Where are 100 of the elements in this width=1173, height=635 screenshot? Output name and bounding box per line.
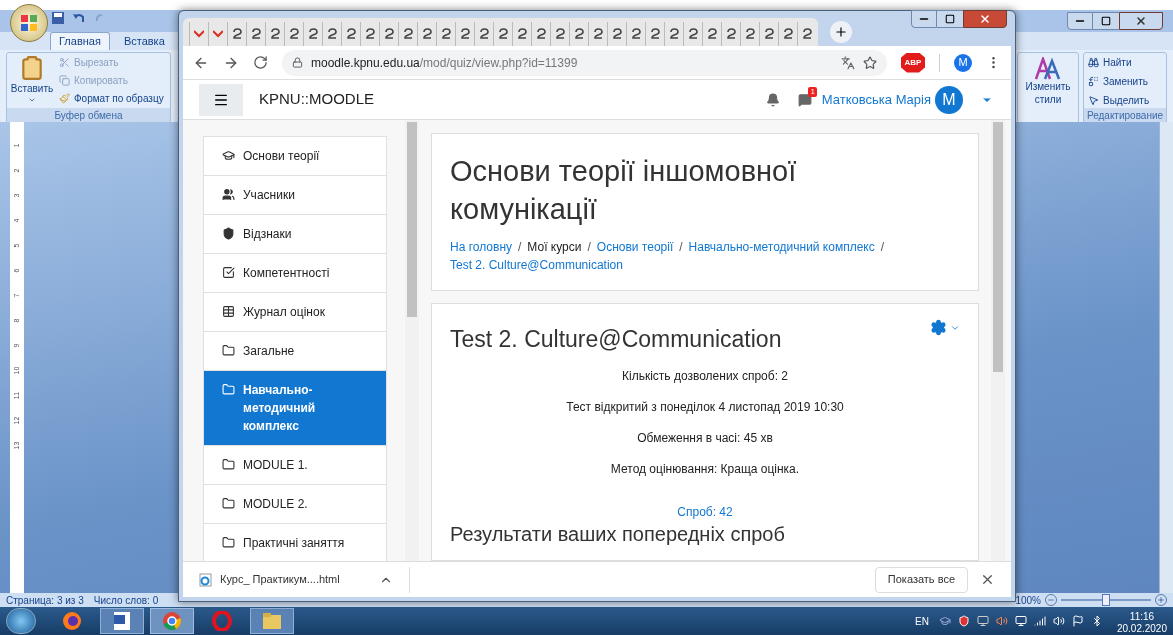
folder-icon [222, 383, 235, 396]
breadcrumb-link[interactable]: Навчально-методичний комплекс [688, 238, 875, 256]
tab-favicon-icon [421, 28, 433, 40]
menu-button[interactable] [199, 83, 243, 116]
volume-icon[interactable] [1052, 615, 1065, 627]
breadcrumb-link[interactable]: На головну [450, 238, 512, 256]
tab-favicon-icon [383, 28, 395, 40]
quiz-info-text: Тест відкритий з понеділок 4 листопад 2019 10:30 [566, 399, 844, 415]
close-button[interactable] [963, 10, 1007, 28]
quiz-info-text: Обмеження в часі: 45 хв [637, 430, 773, 446]
shield-icon[interactable] [957, 615, 970, 627]
brush-icon [59, 93, 70, 104]
attempts-link[interactable]: Спроб: 42 [677, 504, 733, 520]
clock[interactable]: 11:16 20.02.2020 [1116, 611, 1167, 635]
user-avatar[interactable]: M [935, 85, 963, 114]
sidebar-item[interactable]: MODULE 2. [203, 484, 387, 524]
sidebar-item[interactable]: Учасники [203, 175, 387, 215]
sidebar-scrollbar[interactable] [405, 120, 419, 561]
graduation-cap-icon[interactable] [938, 615, 951, 627]
quiz-info-text: Метод оцінювання: Краща оцінка. [610, 461, 800, 477]
firefox-logo-icon [62, 611, 82, 631]
tab-favicon-icon [687, 28, 699, 40]
flag-icon[interactable] [1071, 615, 1084, 627]
minimize-button[interactable] [1067, 12, 1093, 30]
zoom-level: 100% [1015, 593, 1041, 608]
url-text: moodle.kpnu.edu.ua/mod/quiz/view.php?id=11399 [311, 54, 579, 72]
new-tab-button[interactable] [830, 21, 852, 43]
speaker-icon[interactable] [995, 615, 1008, 627]
tab-favicon-icon [763, 28, 775, 40]
download-item[interactable]: Курс_ Практикум....html [199, 571, 379, 588]
star-icon[interactable] [863, 55, 877, 70]
find-button[interactable]: Найти [1088, 55, 1162, 70]
maximize-button[interactable] [937, 10, 963, 28]
sidebar-item[interactable]: Загальне [203, 331, 387, 371]
tab-favicon-icon [516, 28, 528, 40]
undo-icon[interactable] [72, 12, 86, 24]
breadcrumb-separator: / [880, 239, 885, 256]
settings-icon [930, 319, 947, 336]
breadcrumb-text: Мої курси [527, 239, 582, 256]
users-icon [222, 188, 235, 201]
office-logo-icon [20, 14, 38, 32]
tab-favicon-icon [649, 28, 661, 40]
adblock-extension-button[interactable]: ABP [901, 52, 925, 73]
shield-icon [222, 227, 235, 240]
sidebar-item[interactable]: Компетентності [203, 253, 387, 293]
folder-taskbar-button[interactable] [250, 608, 294, 634]
sidebar-item[interactable]: Навчально-методичний комплекс [203, 370, 387, 446]
tab-favicon-icon [592, 28, 604, 40]
tab-favicon-icon [326, 28, 338, 40]
ribbon-tab[interactable]: Вставка [115, 32, 173, 50]
site-brand[interactable]: KPNU::MOODLE [259, 88, 375, 111]
paste-button[interactable]: Вставить [9, 55, 55, 108]
sidebar-item[interactable]: Практичні заняття [203, 523, 387, 561]
page-scrollbar[interactable] [991, 120, 1005, 561]
format-painter-button[interactable]: Формат по образцу [59, 91, 164, 106]
settings-button[interactable] [930, 319, 960, 336]
close-icon[interactable] [980, 572, 995, 587]
breadcrumb-link[interactable]: Основи теорії [596, 238, 674, 256]
styles-icon [1035, 57, 1061, 81]
tab-favicon-icon [231, 28, 243, 40]
close-icon [1135, 15, 1147, 27]
profile-avatar[interactable]: M [954, 53, 972, 72]
user-name[interactable]: Матковська Марія [821, 89, 931, 110]
monitor-icon[interactable] [976, 615, 989, 627]
folder-icon [222, 536, 235, 549]
sidebar-item[interactable]: MODULE 1. [203, 445, 387, 485]
bell-icon[interactable] [765, 92, 780, 107]
start-button[interactable] [6, 608, 36, 634]
chrome-taskbar-button[interactable] [150, 608, 194, 634]
close-button[interactable] [1119, 12, 1163, 30]
page-count: Страница: 3 из 3 [6, 593, 84, 608]
translate-icon[interactable] [841, 55, 855, 70]
vertical-scrollbar[interactable] [1159, 122, 1173, 593]
zoom-in-button[interactable] [1155, 594, 1167, 606]
sidebar-item[interactable]: Відзнаки [203, 214, 387, 254]
select-button[interactable]: Выделить [1088, 93, 1162, 108]
sidebar-item[interactable]: Журнал оцінок [203, 292, 387, 332]
replace-button[interactable]: Заменить [1088, 74, 1162, 89]
minus-icon [1047, 596, 1055, 604]
maximize-button[interactable] [1093, 12, 1119, 30]
breadcrumb-link[interactable]: Test 2. Culture@Communication [450, 256, 623, 274]
language-indicator[interactable]: EN [915, 613, 929, 629]
chat-icon[interactable] [797, 92, 812, 107]
quiz-info-text: Кількість дозволених спроб: 2 [622, 368, 788, 384]
course-title: Основи теорії іншомовної комунікації [450, 154, 798, 227]
word-taskbar-button[interactable] [100, 608, 144, 634]
plus-icon [834, 25, 848, 39]
tab-favicon-icon [611, 28, 623, 40]
clipboard-icon [19, 55, 45, 81]
minimize-button[interactable] [911, 10, 937, 28]
sidebar-item[interactable]: Основи теорії [203, 136, 387, 176]
change-styles-button[interactable]: Изменить стили [1025, 81, 1071, 106]
ribbon-tab[interactable]: Главная [50, 32, 110, 50]
save-icon[interactable] [52, 12, 64, 24]
tab-favicon-icon [459, 28, 471, 40]
show-all-button[interactable]: Показать все [874, 566, 968, 593]
address-bar[interactable]: moodle.kpnu.edu.ua/mod/quiz/view.php?id=11399 [282, 49, 887, 76]
tab-favicon-icon [630, 28, 642, 40]
reload-icon[interactable] [253, 55, 268, 70]
zoom-slider-thumb[interactable] [1102, 594, 1110, 606]
